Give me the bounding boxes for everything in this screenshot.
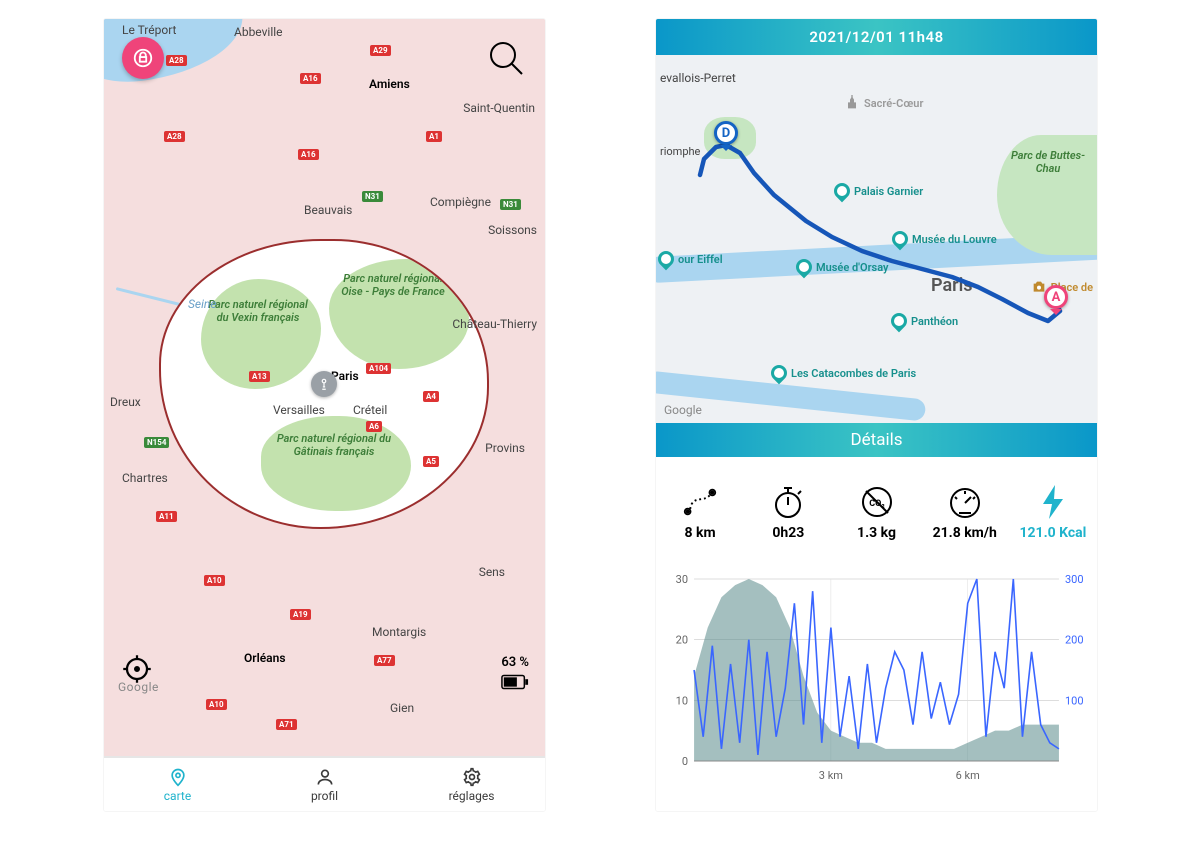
region-map[interactable]: Parc naturel régional du Vexin français … [104, 19, 545, 756]
stat-kcal: 121.0 Kcal [1009, 457, 1097, 569]
stat-duration: 0h23 [744, 457, 832, 569]
nav-profil[interactable]: profil [251, 758, 398, 811]
svg-text:3 km: 3 km [819, 769, 843, 782]
marker-end[interactable]: A [1044, 285, 1068, 309]
svg-text:30: 30 [676, 573, 688, 586]
battery-status: 63 % [501, 655, 529, 690]
svg-text:10: 10 [676, 694, 688, 707]
phone-trip-detail: 2021/12/01 11h48 evallois-Perret riomphe… [656, 19, 1097, 811]
bottom-nav: carte profil réglages [104, 756, 545, 811]
park-oise: Parc naturel régional Oise - Pays de Fra… [333, 273, 453, 298]
stat-distance: 8 km [656, 457, 744, 569]
park-vexin: Parc naturel régional du Vexin français [203, 299, 313, 324]
nav-reglages[interactable]: réglages [398, 758, 545, 811]
park-gatinais: Parc naturel régional du Gâtinais frança… [269, 433, 399, 458]
bolt-icon [1039, 485, 1067, 519]
map-pin-icon [168, 767, 188, 787]
battery-icon [501, 674, 529, 690]
svg-text:CO₂: CO₂ [869, 499, 885, 509]
label-versailles: Versailles [273, 403, 325, 417]
vehicle-marker[interactable] [311, 371, 337, 397]
google-attribution: Google [664, 403, 702, 417]
gear-icon [462, 767, 482, 787]
battery-percent: 63 % [501, 655, 529, 670]
route-icon [681, 485, 719, 519]
svg-text:6 km: 6 km [956, 769, 980, 782]
svg-text:200: 200 [1065, 634, 1084, 647]
stopwatch-icon [771, 485, 805, 519]
co2-icon: CO₂ [860, 485, 894, 519]
phone-map-region: Parc naturel régional du Vexin français … [104, 19, 545, 811]
search-button[interactable] [485, 37, 527, 79]
nav-carte[interactable]: carte [104, 758, 251, 811]
svg-text:100: 100 [1065, 694, 1084, 707]
details-button[interactable]: Détails [656, 423, 1097, 457]
stat-speed: 21.8 km/h [921, 457, 1009, 569]
trip-route [656, 55, 1097, 423]
marker-start[interactable]: D [714, 121, 738, 145]
trip-map[interactable]: evallois-Perret riomphe Sacré-Cœur Palai… [656, 55, 1097, 423]
label-creteil: Créteil [353, 403, 387, 417]
trip-header: 2021/12/01 11h48 [656, 19, 1097, 55]
user-icon [315, 767, 335, 787]
svg-text:0: 0 [682, 755, 688, 768]
trip-stats: 8 km 0h23 CO₂ 1.3 kg 21.8 km/h 121.0 Kca… [656, 457, 1097, 569]
stat-co2: CO₂ 1.3 kg [832, 457, 920, 569]
speedometer-icon [947, 485, 983, 519]
svg-text:300: 300 [1065, 573, 1084, 586]
lock-button[interactable] [122, 37, 164, 79]
svg-text:20: 20 [676, 634, 688, 647]
trip-chart: 0 10 20 30 100 200 300 3 km 6 km [656, 569, 1097, 811]
google-attribution: Google [118, 680, 159, 694]
